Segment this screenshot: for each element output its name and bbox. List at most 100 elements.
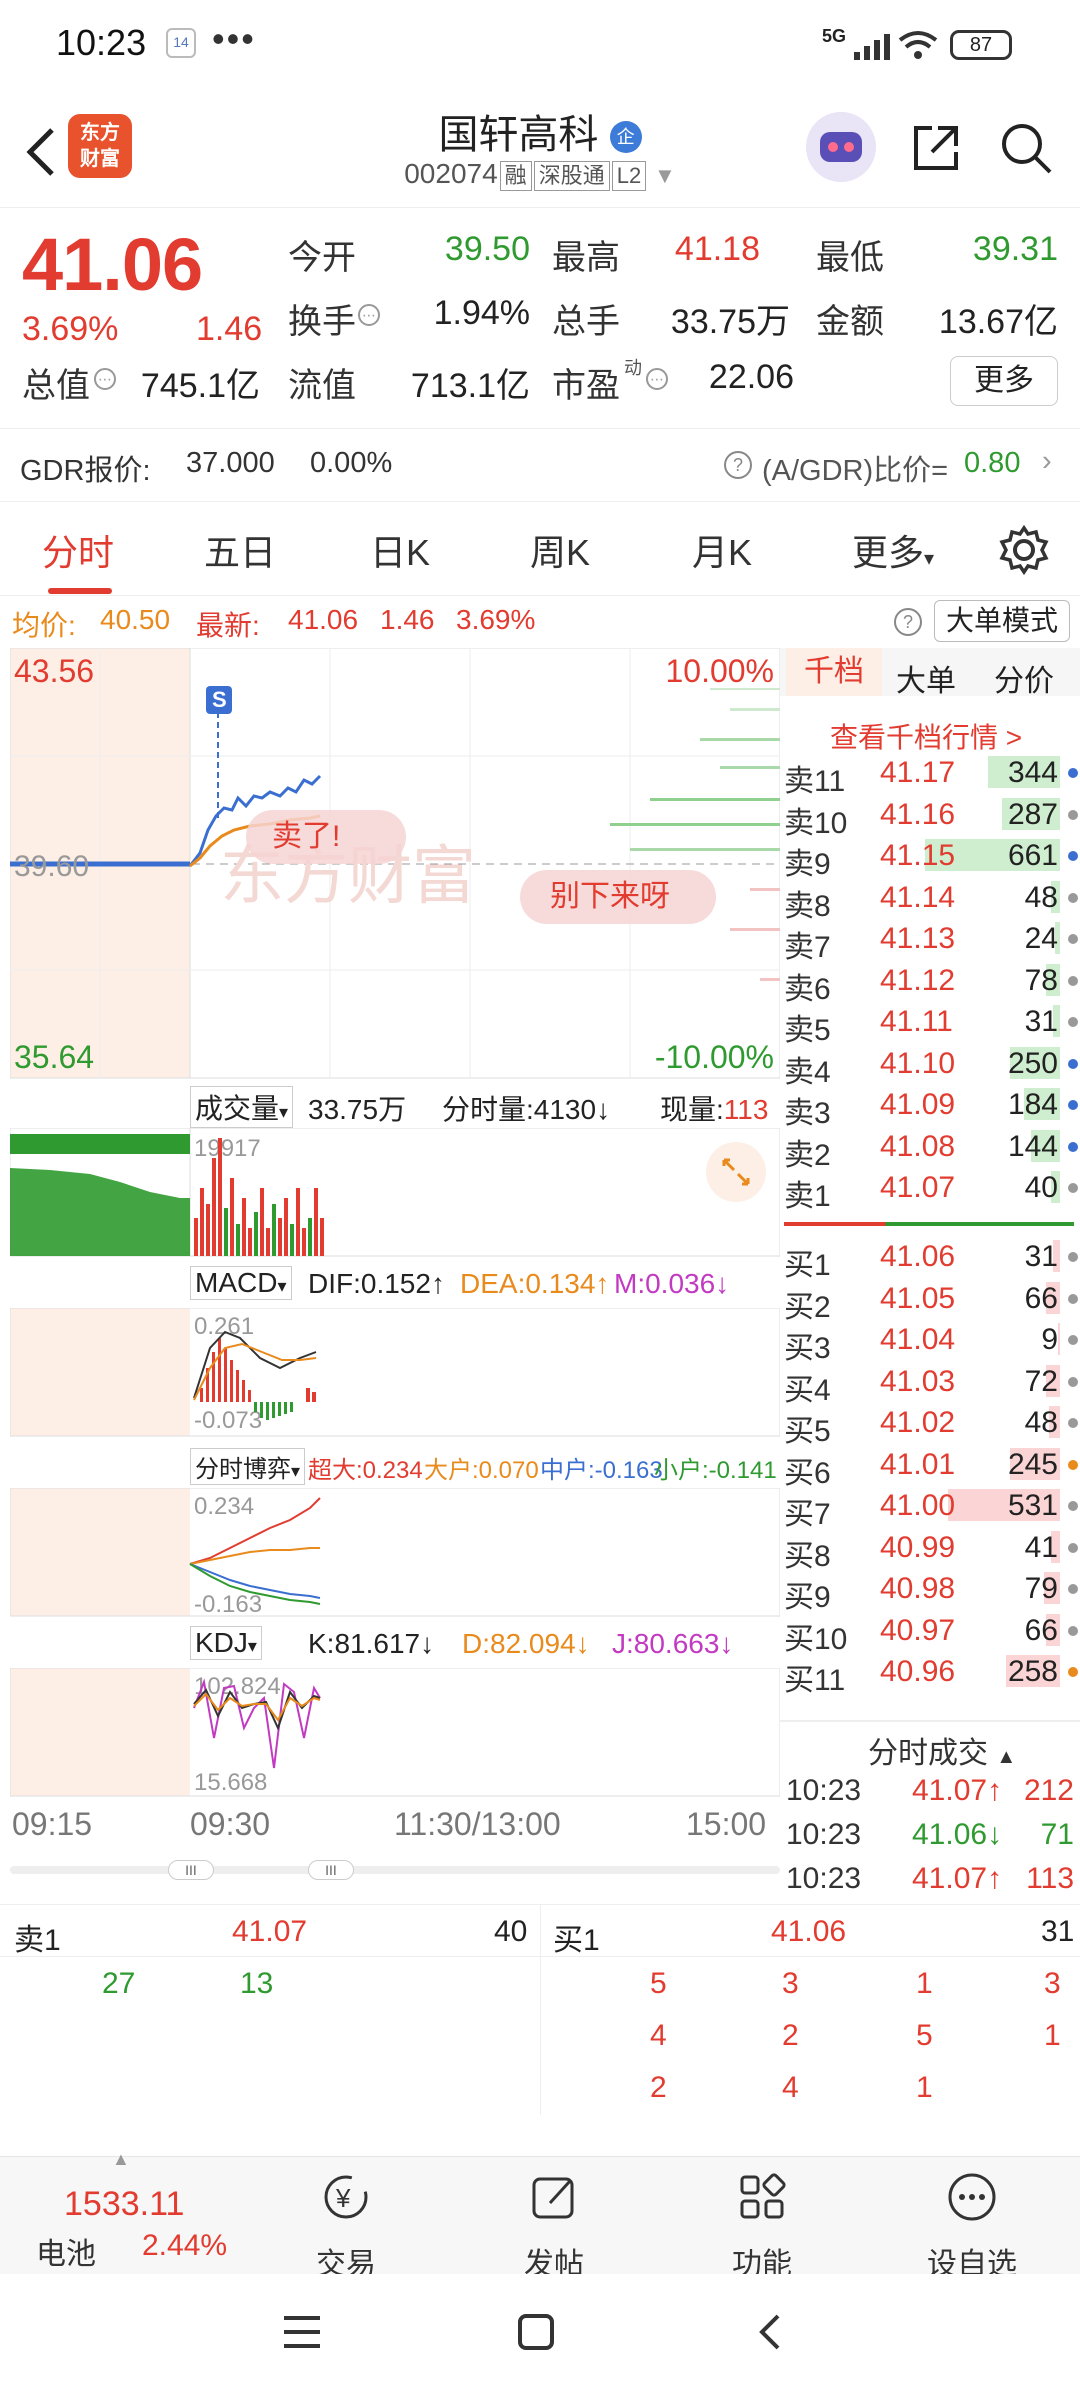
index-pct: 2.44%: [142, 2229, 228, 2262]
queue-bid-order: 1: [916, 1967, 933, 2000]
bid-row[interactable]: 买1 41.06 31: [780, 1236, 1080, 1282]
search-icon[interactable]: [998, 120, 1054, 176]
intraday-chart[interactable]: 东方财富 S 卖了! 别下来呀 43.56 39.60 35.64 10.00%…: [10, 648, 780, 1080]
bid-row[interactable]: 买3 41.04 9: [780, 1319, 1080, 1365]
macd-bottom: -0.073: [194, 1407, 262, 1434]
bid-row[interactable]: 买4 41.03 72: [780, 1361, 1080, 1407]
ask-level-volume: 661: [1007, 839, 1058, 872]
ask-row[interactable]: 卖11 41.17 344: [780, 752, 1080, 798]
tab-more[interactable]: 更多▾: [852, 524, 934, 576]
ask-row[interactable]: 卖4 41.10 250: [780, 1043, 1080, 1089]
enterprise-badge: 企: [609, 121, 642, 154]
bid-level-price: 41.04: [880, 1323, 956, 1356]
functions-button[interactable]: 功能: [702, 2169, 822, 2283]
ai-assistant-icon[interactable]: [806, 112, 876, 182]
ask-row[interactable]: 卖2 41.08 144: [780, 1126, 1080, 1172]
avg-row-pct: 3.69%: [456, 604, 536, 635]
chevron-right-icon: ›: [1042, 445, 1052, 477]
gdr-label: GDR报价:: [20, 455, 151, 487]
ask-row[interactable]: 卖7 41.13 24: [780, 918, 1080, 964]
ask-level-volume: 344: [1007, 756, 1058, 789]
kdj-selector[interactable]: KDJ▾: [190, 1626, 262, 1660]
back-icon[interactable]: [18, 122, 68, 182]
change-percent: 3.69%: [22, 310, 119, 348]
home-icon[interactable]: [516, 2312, 556, 2352]
queue-ask-order: 27: [102, 1967, 136, 2000]
macd-m: M:0.036↓: [614, 1268, 730, 1299]
big-order-mode-button[interactable]: 大单模式: [934, 600, 1070, 642]
macd-selector[interactable]: MACD▾: [190, 1266, 292, 1300]
bid-row[interactable]: 买11 40.96 258: [780, 1651, 1080, 1697]
post-button[interactable]: 发帖: [494, 2169, 614, 2283]
slider-handle-right[interactable]: III: [308, 1860, 354, 1880]
back-nav-icon[interactable]: [750, 2310, 790, 2354]
ask-level-volume: 250: [1007, 1046, 1058, 1080]
eastmoney-logo[interactable]: 东方 财富: [68, 114, 132, 178]
ask-row[interactable]: 卖9 41.15 661: [780, 835, 1080, 881]
info-icon[interactable]: ⋯: [358, 304, 380, 326]
bid-queue-header: 买1 41.06 31: [541, 1905, 1080, 1957]
tab-big-orders[interactable]: 大单: [896, 656, 956, 700]
tab-price-dist[interactable]: 分价: [994, 656, 1054, 700]
indicator-dot: [1068, 768, 1078, 778]
game-big: 大户:0.070: [424, 1457, 539, 1484]
stock-code-row[interactable]: 002074 融深股通 L2 ▼: [300, 158, 780, 191]
ask-row[interactable]: 卖8 41.14 48: [780, 877, 1080, 923]
tick-time: 10:23: [786, 1862, 862, 1895]
trade-button[interactable]: ¥ 交易: [286, 2169, 406, 2283]
pe-dynamic-mark: 动: [624, 358, 642, 378]
ask-level-price: 41.11: [880, 1005, 953, 1038]
ask-row[interactable]: 卖3 41.09 184: [780, 1084, 1080, 1130]
bid-row[interactable]: 买6 41.01 245: [780, 1444, 1080, 1490]
expand-button[interactable]: [706, 1142, 766, 1202]
tab-monthly-k[interactable]: 月K: [692, 524, 752, 576]
set-watchlist-button[interactable]: 设自选: [912, 2169, 1032, 2283]
index-widget[interactable]: ▲ 1533.11 电池 2.44%: [0, 2149, 260, 2275]
settings-gear-icon[interactable]: [998, 524, 1050, 576]
bid-row[interactable]: 买5 41.02 48: [780, 1402, 1080, 1448]
volume-selector-label: 成交量: [195, 1093, 280, 1124]
info-icon[interactable]: ⋯: [94, 368, 116, 390]
bid-row[interactable]: 买7 41.00 531: [780, 1485, 1080, 1531]
bid-level-volume: 79: [1024, 1572, 1058, 1605]
slider-handle-left[interactable]: III: [168, 1860, 214, 1880]
help-icon[interactable]: ?: [894, 608, 922, 636]
info-icon[interactable]: ⋯: [646, 368, 668, 390]
tab-thousand-levels[interactable]: 千档: [786, 648, 882, 696]
time-label-open-auction: 09:15: [12, 1806, 93, 1842]
tab-weekly-k[interactable]: 周K: [530, 524, 590, 576]
menu-icon[interactable]: [280, 2312, 324, 2352]
view-thousand-levels-link[interactable]: 查看千档行情 >: [830, 716, 1022, 756]
stock-code: 002074: [404, 158, 498, 189]
share-icon[interactable]: [908, 120, 964, 176]
ticks-title[interactable]: 分时成交 ▲: [868, 1728, 1016, 1772]
indicator-dot: [1068, 1058, 1078, 1069]
float-cap-value: 713.1亿: [410, 367, 530, 405]
bid-row[interactable]: 买2 41.05 66: [780, 1278, 1080, 1324]
ask-row[interactable]: 卖10 41.16 287: [780, 794, 1080, 840]
turnover-label: 换手: [288, 303, 356, 341]
game-selector[interactable]: 分时博弈▾: [190, 1448, 306, 1485]
tab-intraday[interactable]: 分时: [42, 524, 114, 576]
bid-level-price: 41.03: [880, 1364, 956, 1398]
grid-functions-icon: [740, 2173, 786, 2219]
more-button[interactable]: 更多: [950, 356, 1058, 406]
ask-row[interactable]: 卖5 41.11 31: [780, 1001, 1080, 1047]
low-label: 最低: [816, 239, 884, 277]
time-range-slider[interactable]: III III: [10, 1860, 780, 1880]
amount-value: 13.67亿: [938, 303, 1058, 341]
ask-row[interactable]: 卖6 41.12 78: [780, 960, 1080, 1006]
tab-daily-k[interactable]: 日K: [370, 524, 430, 576]
bid-row[interactable]: 买8 40.99 41: [780, 1527, 1080, 1573]
gdr-row[interactable]: GDR报价: 37.000 0.00% ? (A/GDR)比价= 0.80 ›: [0, 428, 1080, 502]
help-icon[interactable]: ?: [724, 451, 752, 479]
bid-level-price: 40.98: [880, 1572, 956, 1605]
bid-row[interactable]: 买9 40.98 79: [780, 1568, 1080, 1614]
ask-row[interactable]: 卖1 41.07 40: [780, 1167, 1080, 1213]
indicator-dot: [1068, 1252, 1078, 1262]
indicator-dot: [1068, 1501, 1078, 1511]
bid-row[interactable]: 买10 40.97 66: [780, 1610, 1080, 1656]
indicator-dot: [1068, 809, 1078, 820]
volume-selector[interactable]: 成交量▾: [190, 1086, 294, 1128]
tab-five-day[interactable]: 五日: [204, 524, 276, 576]
